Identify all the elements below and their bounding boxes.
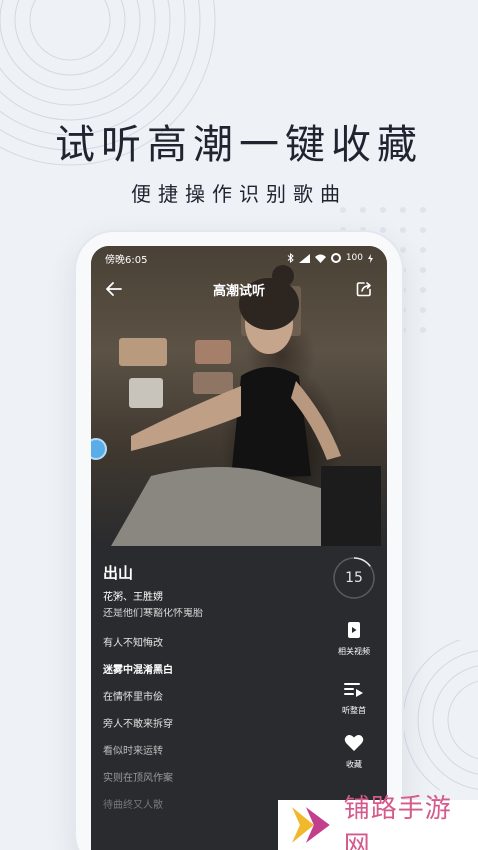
lyric-line: 有人不知悔改 [103, 638, 163, 649]
lyric-line: 实则在顶风作案 [103, 773, 173, 784]
promo-subline: 便捷操作识别歌曲 [131, 182, 347, 206]
watermark-text: 铺路手游网 [343, 794, 452, 850]
favorite-button[interactable]: 收藏 [331, 734, 377, 770]
lyrics-list: 还是他们寒豁化怀嵬胎 有人不知悔改 迷雾中混淆黑白 在情怀里市侩 旁人不敢来拆穿… [103, 608, 323, 823]
lyric-line: 待曲终又人散 [103, 800, 163, 811]
full-song-label: 听整首 [342, 706, 366, 715]
lyric-line: 旁人不敢来拆穿 [103, 719, 173, 730]
countdown-timer: 15 [332, 556, 376, 600]
status-time: 傍晚6:05 [105, 254, 148, 266]
promo-headline: 试听高潮一键收藏 [55, 122, 423, 168]
battery-icon [330, 253, 341, 263]
heart-icon [344, 735, 364, 751]
song-title: 出山 [103, 564, 134, 582]
favorite-label: 收藏 [346, 760, 362, 769]
signal-icon [298, 253, 310, 263]
wifi-icon [314, 254, 326, 263]
playlist-play-icon [344, 683, 363, 697]
status-bar: 傍晚6:05 100 [91, 246, 387, 270]
timer-seconds: 15 [345, 570, 363, 586]
nav-bar: 高潮试听 [91, 274, 387, 304]
decorative-circles [0, 0, 216, 166]
song-artist: 花粥、王胜娚 [103, 592, 163, 603]
back-arrow-icon[interactable] [103, 278, 125, 300]
page-title: 高潮试听 [212, 283, 265, 299]
watermark: 铺路手游网 [278, 794, 478, 850]
battery-level: 100 [345, 253, 363, 263]
video-icon [348, 622, 360, 638]
lyric-line-current: 迷雾中混淆黑白 [103, 665, 173, 676]
charging-icon [368, 253, 373, 263]
lyric-line: 看似时来运转 [103, 746, 163, 757]
full-song-button[interactable]: 听整首 [331, 682, 377, 716]
lyric-line: 还是他们寒豁化怀嵬胎 [103, 608, 203, 619]
watermark-logo [291, 807, 330, 843]
status-icons: 100 [287, 253, 373, 263]
lyric-line: 在情怀里市侩 [103, 692, 163, 703]
related-video-label: 相关视频 [338, 647, 370, 656]
share-icon[interactable] [353, 278, 375, 300]
phone-screen: 傍晚6:05 100 高潮试听 出山 花粥、王胜娚 还是他们寒豁化怀嵬胎 有人不… [91, 246, 387, 850]
related-video-button[interactable]: 相关视频 [331, 621, 377, 657]
bluetooth-icon [287, 253, 294, 263]
